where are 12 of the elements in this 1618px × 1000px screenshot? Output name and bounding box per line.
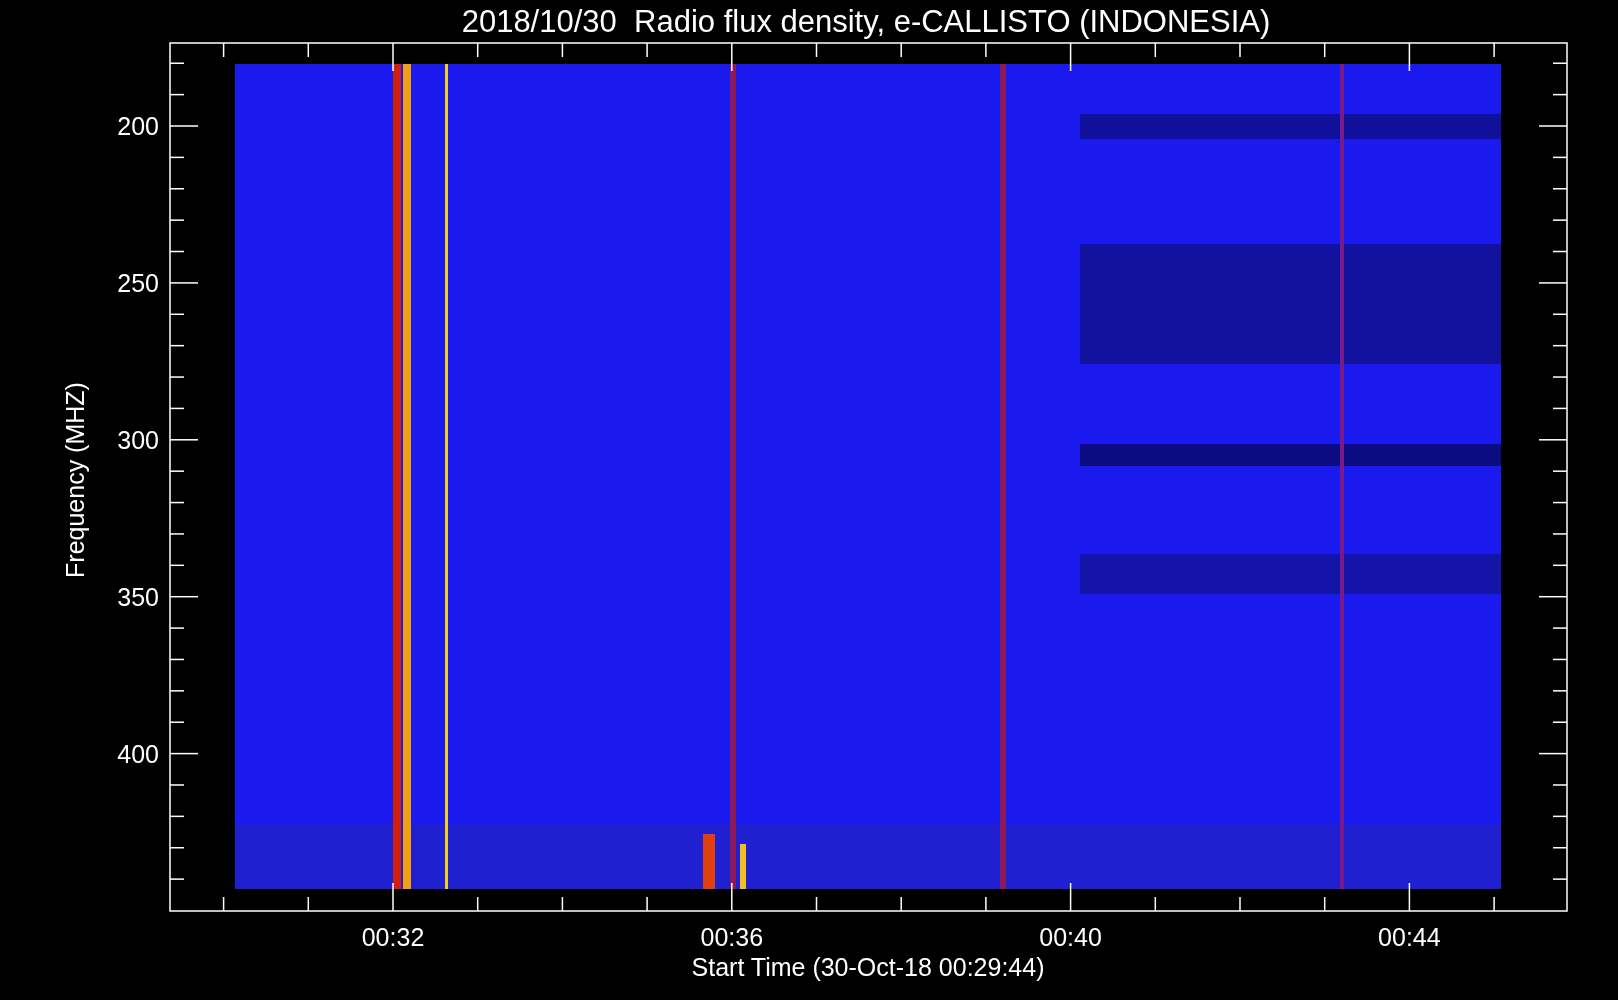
y-axis-tick-label: 350 bbox=[117, 582, 159, 611]
y-axis-title: Frequency (MHZ) bbox=[61, 382, 89, 578]
x-axis-title: Start Time (30-Oct-18 00:29:44) bbox=[691, 953, 1045, 981]
x-axis-tick-label: 00:40 bbox=[1039, 923, 1102, 951]
x-axis-tick-label: 00:44 bbox=[1378, 923, 1441, 951]
x-axis-tick-label: 00:36 bbox=[700, 923, 764, 951]
y-axis-tick-label: 200 bbox=[117, 112, 159, 140]
y-axis-tick-label: 400 bbox=[117, 739, 159, 768]
chart-title: 2018/10/30 Radio flux density, e-CALLISTO (INDONESIA) bbox=[461, 4, 1271, 39]
y-axis-tick-label: 300 bbox=[117, 425, 159, 454]
x-axis-tick-label: 00:32 bbox=[361, 923, 425, 951]
y-axis-tick-label: 250 bbox=[117, 268, 159, 297]
